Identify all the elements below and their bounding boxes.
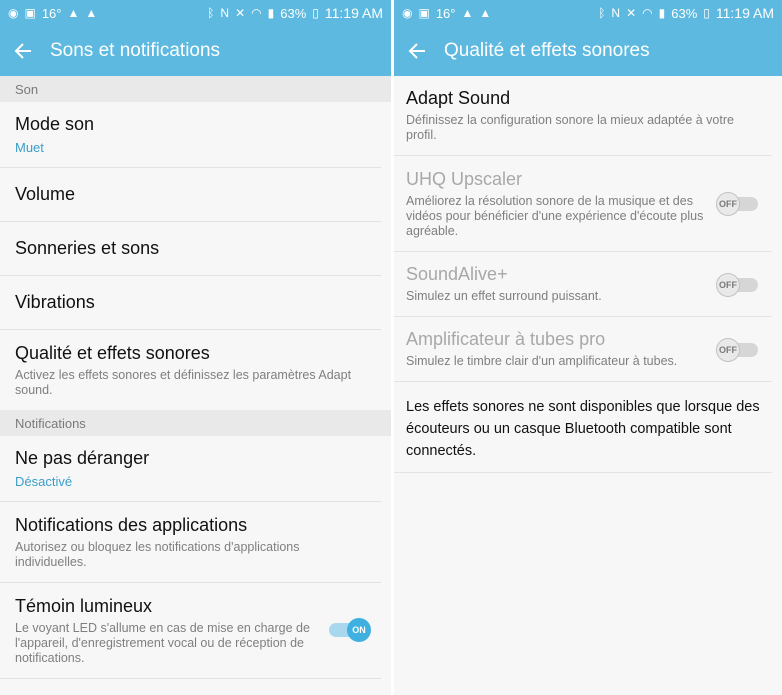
right-screen: ◉ ▣ 16° ▲ ▲ ᛒ N ✕ ◠ ▮ 63% ▯ 11:19 AM Qua…: [394, 0, 782, 695]
toggle-state: OFF: [716, 273, 740, 297]
item-title: Volume: [15, 184, 76, 204]
item-title: Mode son: [15, 114, 95, 134]
clock: 11:19 AM: [715, 5, 774, 21]
info-note: Les effets sonores ne sont disponibles q…: [394, 382, 772, 473]
temoin-lumineux-item[interactable]: Témoin lumineux Le voyant LED s'allume e…: [0, 583, 381, 679]
item-title: Adapt Sound: [406, 88, 511, 108]
image-icon: ▣: [24, 6, 36, 20]
wifi-icon: ◠: [251, 6, 262, 20]
alert-icon: ▲: [85, 6, 98, 20]
battery-level: 63%: [280, 5, 307, 21]
item-description: Définissez la configuration sonore la mi…: [406, 113, 734, 142]
toggle-state: ON: [347, 618, 371, 642]
sonneries-item[interactable]: Sonneries et sons: [0, 222, 381, 276]
temoin-toggle[interactable]: ON: [329, 618, 371, 642]
item-value: Désactivé: [15, 474, 73, 489]
page-title: Qualité et effets sonores: [444, 40, 650, 61]
qualite-item[interactable]: Qualité et effets sonores Activez les ef…: [0, 330, 381, 410]
adapt-sound-item[interactable]: Adapt Sound Définissez la configuration …: [394, 76, 772, 156]
nfc-icon: N: [220, 6, 230, 20]
toggle-state: OFF: [716, 192, 740, 216]
image-icon: ▣: [418, 6, 430, 20]
section-header-son: Son: [0, 76, 391, 102]
volume-item[interactable]: Volume: [0, 168, 381, 222]
soundalive-toggle[interactable]: OFF: [716, 273, 758, 297]
vibrations-item[interactable]: Vibrations: [0, 276, 381, 330]
notification-icon: ◉: [8, 6, 19, 20]
amplificateur-item[interactable]: Amplificateur à tubes pro Simulez le tim…: [394, 317, 772, 382]
alert-icon: ▲: [479, 6, 492, 20]
wifi-icon: ◠: [642, 6, 653, 20]
item-title: Témoin lumineux: [15, 595, 153, 616]
signal-icon: ▮: [658, 6, 666, 20]
temperature: 16°: [435, 5, 456, 21]
section-header-notifications: Notifications: [0, 410, 391, 436]
item-title: Sonneries et sons: [15, 238, 160, 258]
battery-icon: ▯: [703, 6, 710, 20]
mode-son-item[interactable]: Mode son Muet: [0, 102, 381, 168]
item-value: Muet: [15, 140, 44, 155]
item-description: Simulez le timbre clair d'un amplificate…: [406, 354, 678, 368]
app-bar: Qualité et effets sonores: [394, 26, 782, 76]
item-title: UHQ Upscaler: [406, 168, 523, 189]
mute-icon: ✕: [235, 6, 246, 20]
item-title: Vibrations: [15, 292, 95, 312]
battery-icon: ▯: [312, 6, 319, 20]
app-bar: Sons et notifications: [0, 26, 391, 76]
battery-level: 63%: [671, 5, 698, 21]
item-title: Qualité et effets sonores: [15, 342, 210, 363]
item-description: Simulez un effet surround puissant.: [406, 289, 602, 303]
status-bar: ◉ ▣ 16° ▲ ▲ ᛒ N ✕ ◠ ▮ 63% ▯ 11:19 AM: [394, 0, 782, 26]
ne-pas-deranger-item[interactable]: Ne pas déranger Désactivé: [0, 436, 381, 502]
item-title: SoundAlive+: [406, 264, 508, 284]
item-title: Ne pas déranger: [15, 448, 150, 468]
back-arrow-icon[interactable]: [408, 40, 430, 62]
back-arrow-icon[interactable]: [14, 40, 36, 62]
left-screen: ◉ ▣ 16° ▲ ▲ ᛒ N ✕ ◠ ▮ 63% ▯ 11:19 AM Son…: [0, 0, 391, 695]
clock: 11:19 AM: [324, 5, 383, 21]
status-bar: ◉ ▣ 16° ▲ ▲ ᛒ N ✕ ◠ ▮ 63% ▯ 11:19 AM: [0, 0, 391, 26]
item-title: Notifications des applications: [15, 514, 248, 535]
mute-icon: ✕: [626, 6, 637, 20]
bluetooth-icon: ᛒ: [598, 6, 606, 20]
item-description: Améliorez la résolution sonore de la mus…: [406, 193, 704, 238]
temperature: 16°: [41, 5, 62, 21]
amplificateur-toggle[interactable]: OFF: [716, 338, 758, 362]
item-description: Activez les effets sonores et définissez…: [15, 367, 352, 397]
page-title: Sons et notifications: [50, 40, 221, 61]
uhq-toggle[interactable]: OFF: [716, 192, 758, 216]
item-description: Le voyant LED s'allume en cas de mise en…: [15, 620, 310, 665]
item-title: Amplificateur à tubes pro: [406, 329, 606, 349]
alert-icon: ▲: [67, 6, 80, 20]
soundalive-item[interactable]: SoundAlive+ Simulez un effet surround pu…: [394, 252, 772, 317]
toggle-state: OFF: [716, 338, 740, 362]
alert-icon: ▲: [461, 6, 474, 20]
bluetooth-icon: ᛒ: [207, 6, 215, 20]
item-description: Autorisez ou bloquez les notifications d…: [15, 539, 300, 569]
notifications-applications-item[interactable]: Notifications des applications Autorisez…: [0, 502, 381, 583]
signal-icon: ▮: [267, 6, 275, 20]
notification-icon: ◉: [402, 6, 413, 20]
uhq-upscaler-item[interactable]: UHQ Upscaler Améliorez la résolution son…: [394, 156, 772, 252]
nfc-icon: N: [611, 6, 621, 20]
